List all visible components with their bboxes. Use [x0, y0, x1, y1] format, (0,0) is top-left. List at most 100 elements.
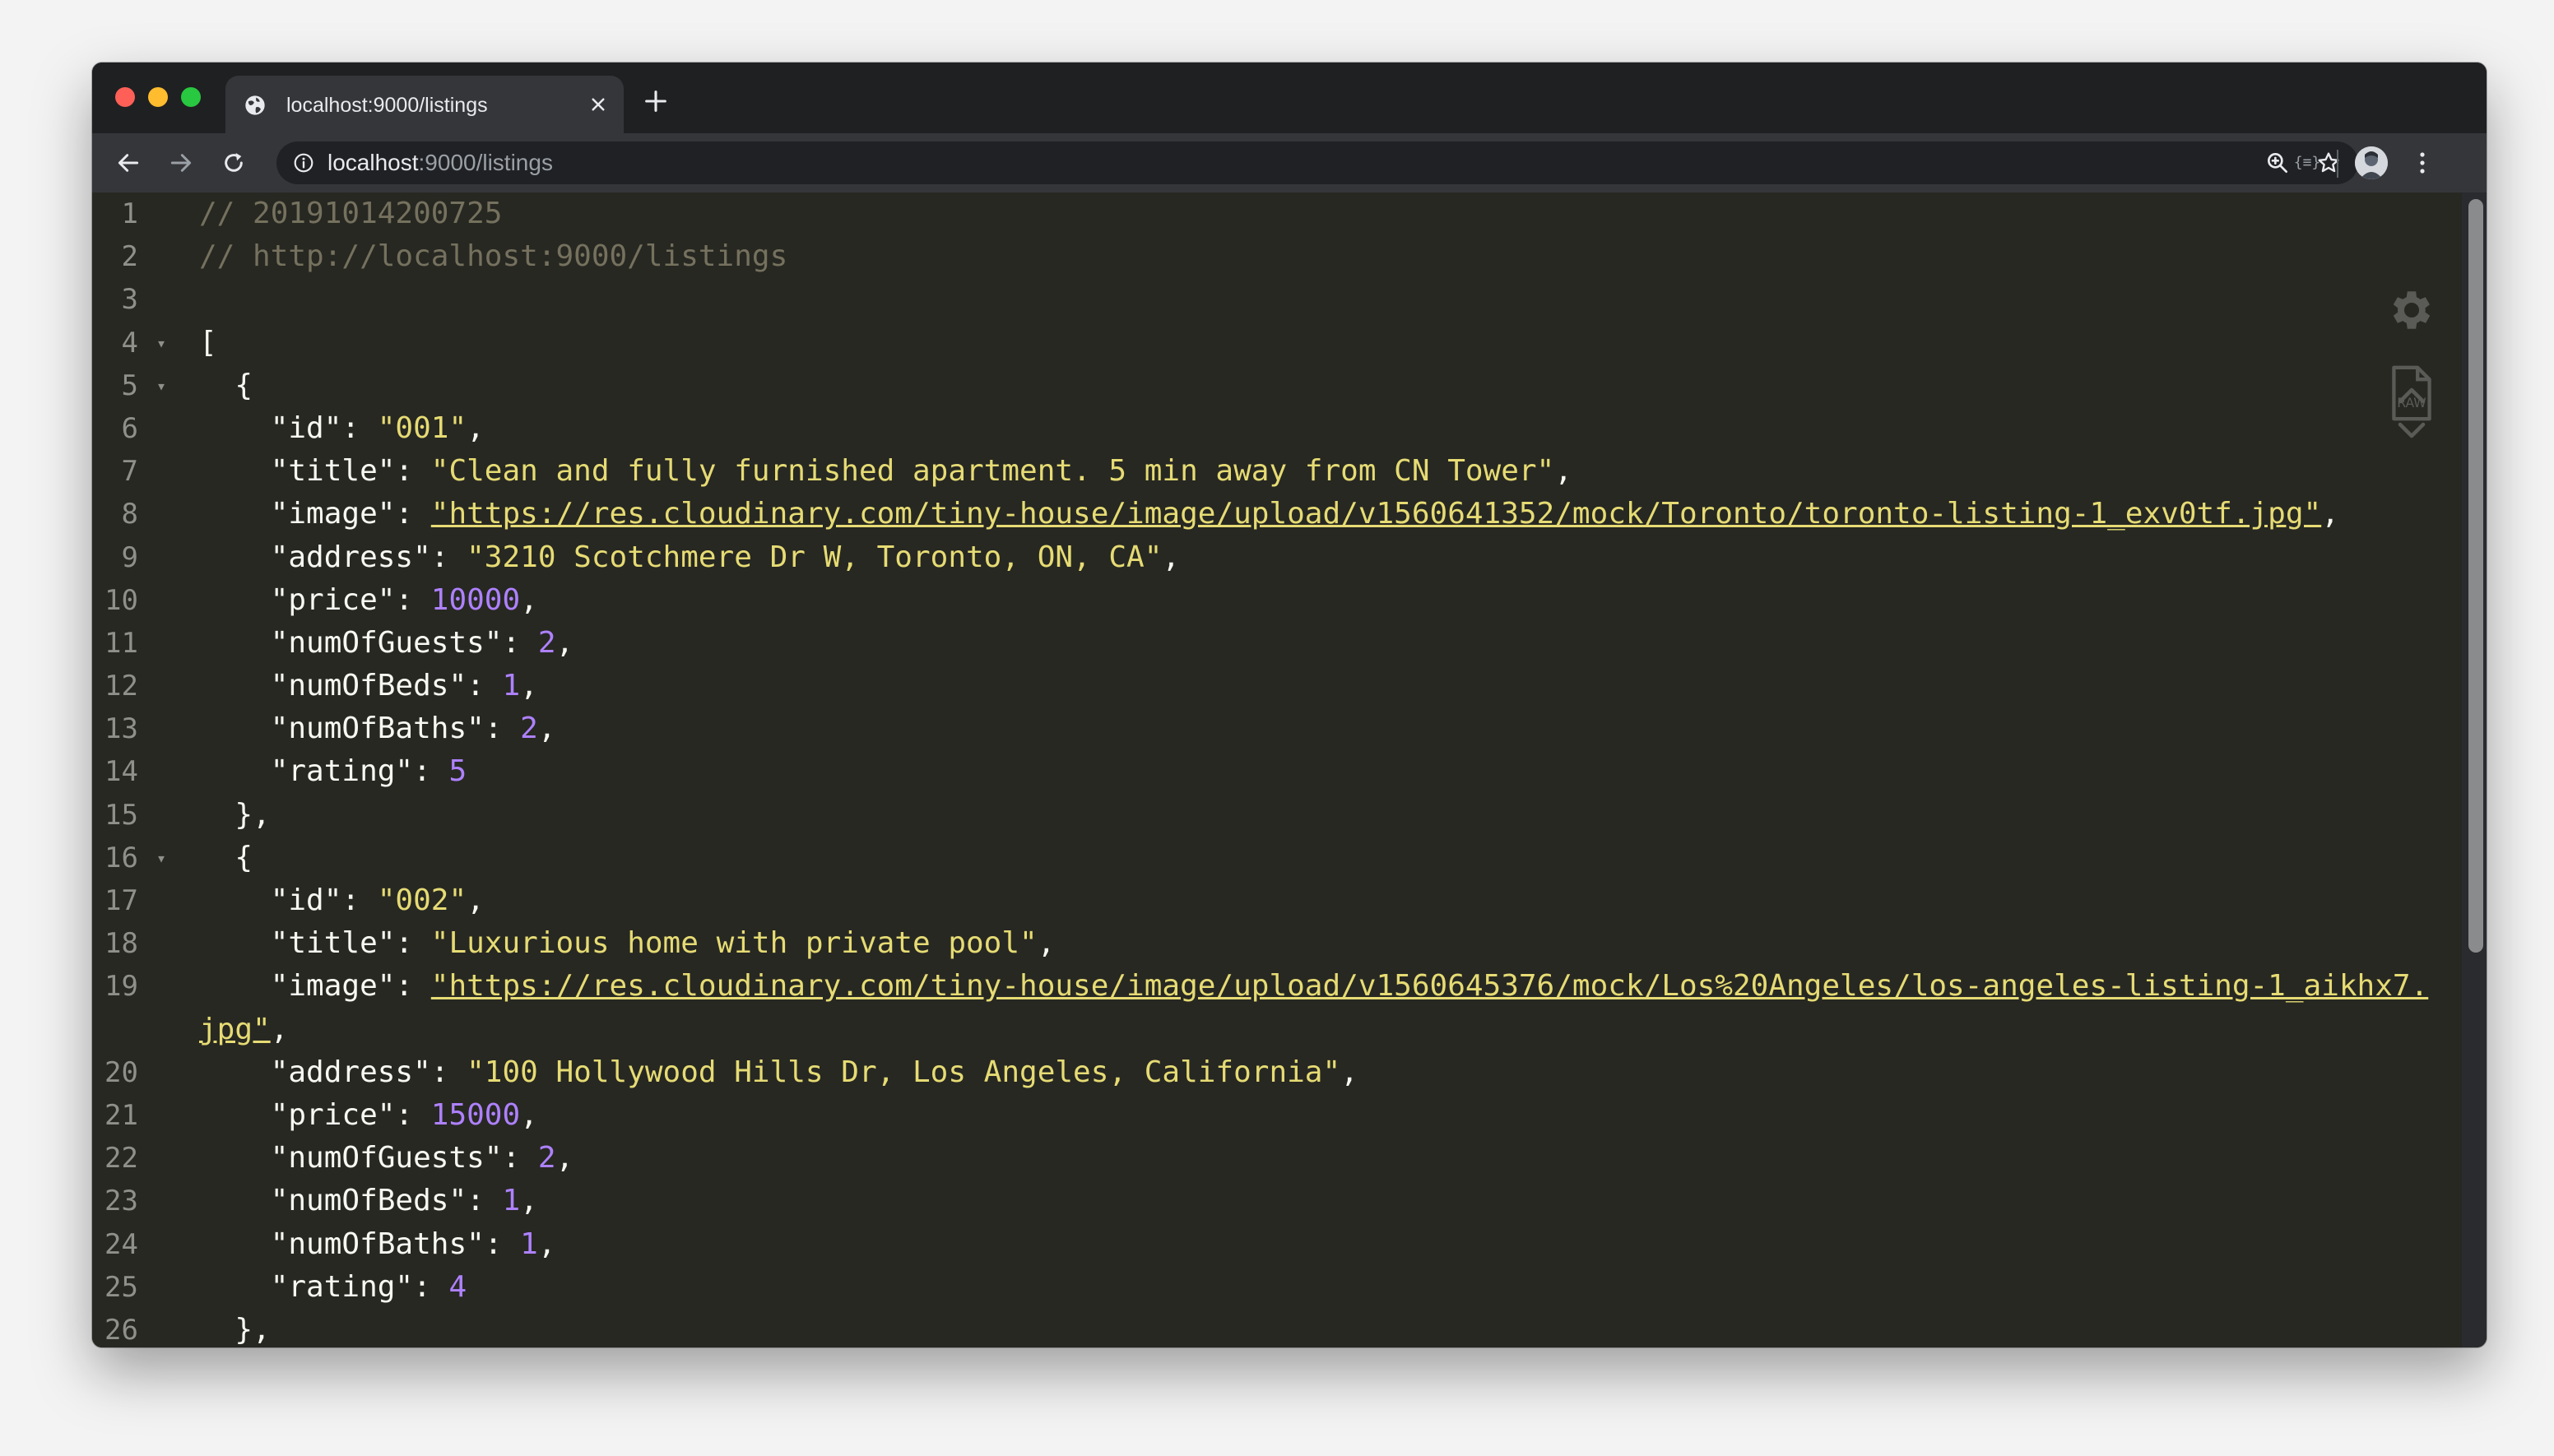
- json-token: ,: [1554, 454, 1572, 489]
- line-content: [: [199, 322, 2429, 364]
- collapse-up-icon[interactable]: [2394, 383, 2429, 408]
- line-content: "title": "Luxurious home with private po…: [199, 922, 2429, 965]
- code-line: 10 "price": 10000,: [92, 579, 2429, 622]
- new-tab-plus-icon[interactable]: [642, 87, 670, 115]
- json-token: ,: [520, 669, 538, 703]
- line-content: {: [199, 837, 2429, 879]
- line-number: 21: [104, 1098, 138, 1132]
- line-number: 18: [104, 927, 138, 961]
- json-token: "numOfBaths":: [199, 1226, 521, 1261]
- line-number: 17: [104, 884, 138, 917]
- code-line: 23 "numOfBeds": 1,: [92, 1180, 2429, 1222]
- fold-toggle-icon[interactable]: ▾: [156, 837, 173, 879]
- avatar-image: [2355, 146, 2388, 179]
- code-line: 19 "image": "https://res.cloudinary.com/…: [92, 965, 2429, 1050]
- zoom-icon[interactable]: [2264, 150, 2291, 176]
- line-content: "numOfGuests": 2,: [199, 622, 2429, 665]
- line-number: 6: [121, 411, 138, 445]
- line-content: },: [199, 794, 2429, 837]
- json-token: "address":: [199, 1055, 467, 1089]
- gear-icon[interactable]: [2386, 285, 2437, 336]
- window-maximize-button[interactable]: [181, 87, 201, 107]
- json-token: "title":: [199, 454, 431, 489]
- json-token: {: [199, 840, 253, 874]
- json-token: ,: [537, 712, 556, 746]
- code-line: 11 "numOfGuests": 2,: [92, 622, 2429, 665]
- close-icon[interactable]: [586, 92, 611, 117]
- line-number: 13: [104, 712, 138, 746]
- line-number: 8: [121, 498, 138, 531]
- line-content: "rating": 4: [199, 1266, 2429, 1309]
- tab-localhost-listings[interactable]: localhost:9000/listings: [225, 76, 624, 133]
- scrollbar-thumb[interactable]: [2468, 199, 2483, 953]
- string-value: "3210 Scotchmere Dr W, Toronto, ON, CA": [467, 540, 1163, 574]
- globe-icon: [245, 95, 265, 115]
- string-value: "Luxurious home with private pool": [430, 926, 1038, 961]
- back-arrow-icon[interactable]: [115, 150, 142, 176]
- json-token: ,: [270, 1012, 289, 1046]
- number-value: 4: [448, 1269, 467, 1304]
- line-number: 5: [121, 369, 138, 402]
- json-token: ,: [555, 1141, 574, 1175]
- line-number: 24: [104, 1227, 138, 1261]
- string-value: "100 Hollywood Hills Dr, Los Angeles, Ca…: [467, 1055, 1341, 1089]
- line-number: 22: [104, 1142, 138, 1175]
- json-token: "title":: [199, 926, 431, 961]
- forward-arrow-icon[interactable]: [168, 150, 194, 176]
- tab-title: localhost:9000/listings: [286, 94, 488, 117]
- window-minimize-button[interactable]: [148, 87, 168, 107]
- line-number: 26: [104, 1313, 138, 1347]
- url-link[interactable]: "https://res.cloudinary.com/tiny-house/i…: [199, 969, 2428, 1046]
- line-number: 20: [104, 1055, 138, 1089]
- json-token: "address":: [199, 540, 467, 574]
- json-code-block: 1 // 20191014200725 2 // http://localhost:9…: [92, 192, 2429, 1347]
- line-number: 25: [104, 1270, 138, 1304]
- json-token: ,: [2321, 497, 2339, 531]
- code-line: 16 ▾ {: [92, 837, 2429, 879]
- code-line: 1 // 20191014200725: [92, 192, 2429, 235]
- url-path: :9000/listings: [418, 150, 553, 175]
- reload-icon[interactable]: [221, 150, 247, 176]
- json-token: "id":: [199, 410, 378, 445]
- json-token: "price":: [199, 582, 431, 617]
- code-line: 25 "rating": 4: [92, 1266, 2429, 1309]
- line-content: "rating": 5: [199, 750, 2429, 793]
- expand-down-icon[interactable]: [2394, 418, 2429, 443]
- json-token: "numOfGuests":: [199, 1141, 538, 1175]
- json-token: "numOfBeds":: [199, 669, 503, 703]
- string-value: "Clean and fully furnished apartment. 5 …: [430, 454, 1555, 489]
- json-token: "image":: [199, 969, 431, 1004]
- profile-avatar[interactable]: [2355, 146, 2388, 179]
- json-token: "image":: [199, 497, 431, 531]
- code-line: 15 },: [92, 794, 2429, 837]
- line-number: 23: [104, 1185, 138, 1218]
- json-token: "rating":: [199, 1269, 449, 1304]
- code-line: 6 "id": "001",: [92, 407, 2429, 450]
- json-token: "numOfBaths":: [199, 712, 521, 746]
- info-icon[interactable]: [293, 152, 314, 174]
- code-line: 24 "numOfBaths": 1,: [92, 1223, 2429, 1266]
- code-line: 20 "address": "100 Hollywood Hills Dr, L…: [92, 1051, 2429, 1094]
- json-token: ,: [1037, 926, 1056, 961]
- number-value: 1: [502, 1184, 521, 1218]
- window-close-button[interactable]: [115, 87, 135, 107]
- line-content: "numOfBaths": 2,: [199, 707, 2429, 750]
- line-number: 4: [121, 326, 138, 359]
- line-content: // http://localhost:9000/listings: [199, 235, 2429, 278]
- json-token: ,: [520, 582, 538, 617]
- code-line: 2 // http://localhost:9000/listings: [92, 235, 2429, 278]
- url-link[interactable]: "https://res.cloudinary.com/tiny-house/i…: [431, 497, 2321, 531]
- line-number: 1: [121, 197, 138, 230]
- json-extension-icon[interactable]: {≡}: [2292, 148, 2322, 178]
- address-bar[interactable]: localhost:9000/listings: [276, 141, 2358, 184]
- address-url[interactable]: localhost:9000/listings: [327, 151, 553, 174]
- number-value: 1: [502, 669, 521, 703]
- url-host: localhost: [327, 150, 419, 175]
- comment-text: // http://localhost:9000/listings: [199, 239, 788, 274]
- json-token: },: [199, 797, 271, 832]
- code-line: 5 ▾ {: [92, 364, 2429, 407]
- number-value: 15000: [430, 1097, 521, 1132]
- browser-menu-icon[interactable]: [2412, 148, 2432, 178]
- fold-toggle-icon[interactable]: ▾: [156, 364, 173, 407]
- fold-toggle-icon[interactable]: ▾: [156, 322, 173, 364]
